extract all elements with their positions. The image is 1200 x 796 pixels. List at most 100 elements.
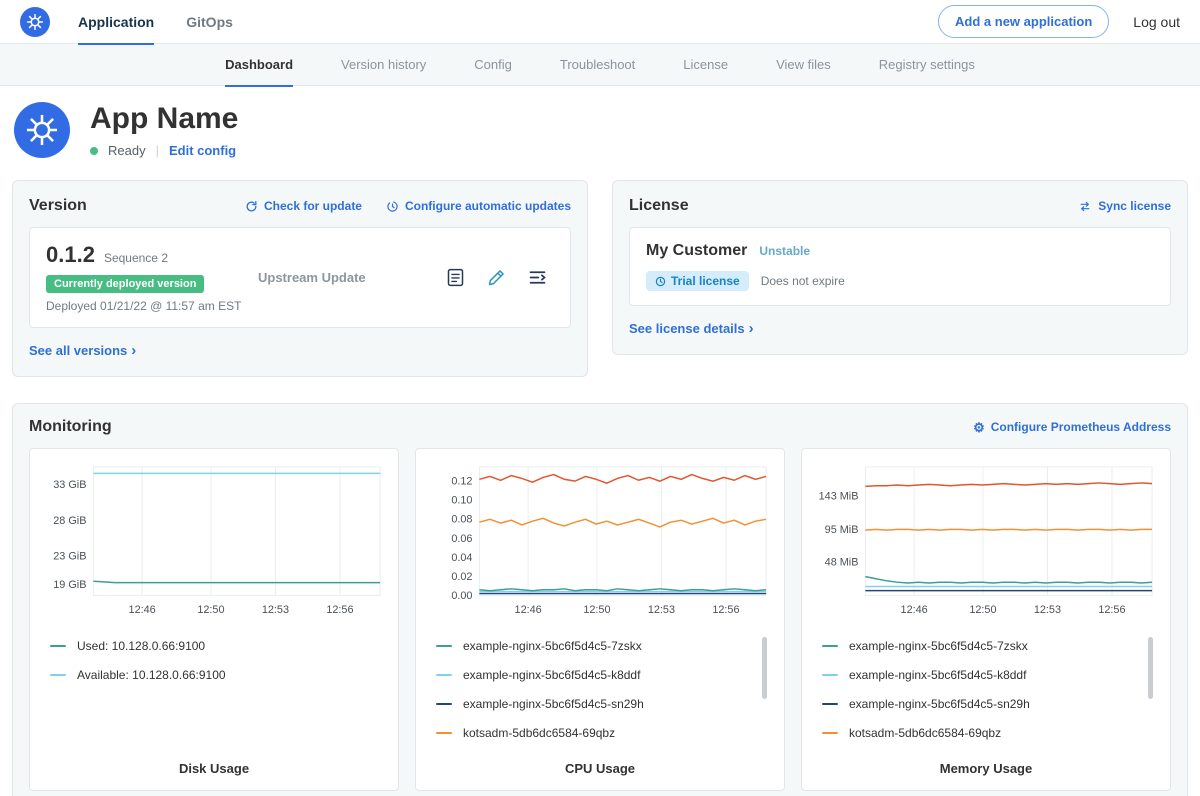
legend-label: example-nginx-5bc6f5d4c5-7zskx xyxy=(849,639,1028,653)
cpu-usage-card: 12:4612:5012:5312:560.000.020.040.060.08… xyxy=(415,448,785,791)
svg-text:0.06: 0.06 xyxy=(451,533,472,545)
subnav-item-troubleshoot[interactable]: Troubleshoot xyxy=(560,44,635,86)
subnav-item-dashboard[interactable]: Dashboard xyxy=(225,44,293,86)
license-type-badge: Trial license xyxy=(646,271,749,291)
chevron-right-icon: › xyxy=(749,320,754,337)
legend-label: example-nginx-5bc6f5d4c5-sn29h xyxy=(849,697,1030,711)
legend-item: example-nginx-5bc6f5d4c5-k8ddf xyxy=(436,660,754,689)
edit-config-icon[interactable] xyxy=(486,267,507,288)
subnav-item-version-history[interactable]: Version history xyxy=(341,44,426,86)
svg-text:12:56: 12:56 xyxy=(326,604,353,616)
svg-text:143 MiB: 143 MiB xyxy=(819,491,859,503)
legend-label: example-nginx-5bc6f5d4c5-k8ddf xyxy=(849,668,1026,682)
app-sub-navigation: Dashboard Version history Config Trouble… xyxy=(0,44,1200,86)
divider: | xyxy=(156,143,159,158)
summary-cards-row: Version Check for update Configure autom… xyxy=(0,178,1200,403)
svg-text:12:56: 12:56 xyxy=(1098,604,1125,616)
svg-text:12:53: 12:53 xyxy=(648,604,675,616)
legend-label: example-nginx-5bc6f5d4c5-k8ddf xyxy=(463,668,640,682)
legend-swatch xyxy=(822,645,838,647)
legend-item: Available: 10.128.0.66:9100 xyxy=(50,660,368,689)
legend-label: Used: 10.128.0.66:9100 xyxy=(77,639,205,653)
memory-usage-title: Memory Usage xyxy=(812,761,1160,776)
configure-prometheus-label: Configure Prometheus Address xyxy=(991,420,1171,434)
app-logo-icon xyxy=(14,102,70,158)
memory-usage-chart: 12:4612:5012:5312:5648 MiB95 MiB143 MiB xyxy=(812,461,1160,619)
auto-update-icon xyxy=(386,200,399,213)
legend-label: Available: 10.128.0.66:9100 xyxy=(77,668,226,682)
check-for-update-link[interactable]: Check for update xyxy=(245,199,362,213)
license-expiry: Does not expire xyxy=(761,274,845,288)
svg-text:12:53: 12:53 xyxy=(262,604,289,616)
page-title: App Name xyxy=(90,102,238,136)
gear-icon: ⚙ xyxy=(973,421,985,434)
version-number: 0.1.2 xyxy=(46,242,95,268)
legend-scrollbar[interactable] xyxy=(1148,637,1153,699)
see-all-versions-link[interactable]: See all versions › xyxy=(29,342,136,359)
svg-text:0.02: 0.02 xyxy=(451,571,472,583)
svg-text:0.04: 0.04 xyxy=(451,552,472,564)
license-type-label: Trial license xyxy=(671,274,740,288)
legend-scrollbar[interactable] xyxy=(762,637,767,699)
configure-automatic-updates-link[interactable]: Configure automatic updates xyxy=(386,199,571,213)
memory-usage-card: 12:4612:5012:5312:5648 MiB95 MiB143 MiB … xyxy=(801,448,1171,791)
svg-text:48 MiB: 48 MiB xyxy=(825,557,859,569)
topnav-tabs: Application GitOps xyxy=(78,0,265,44)
svg-text:12:46: 12:46 xyxy=(515,604,542,616)
disk-usage-card: 12:4612:5012:5312:5619 GiB23 GiB28 GiB33… xyxy=(29,448,399,791)
chevron-right-icon: › xyxy=(131,342,136,359)
legend-swatch xyxy=(822,674,838,676)
legend-swatch xyxy=(822,732,838,734)
legend-item: example-nginx-5bc6f5d4c5-7zskx xyxy=(436,631,754,660)
legend-label: example-nginx-5bc6f5d4c5-sn29h xyxy=(463,697,644,711)
disk-usage-legend: Used: 10.128.0.66:9100 Available: 10.128… xyxy=(50,631,384,751)
license-card-title: License xyxy=(629,197,689,215)
refresh-icon xyxy=(245,200,258,213)
check-for-update-label: Check for update xyxy=(264,199,362,213)
svg-text:95 MiB: 95 MiB xyxy=(825,524,859,536)
memory-usage-legend: example-nginx-5bc6f5d4c5-7zskx example-n… xyxy=(822,631,1156,751)
subnav-item-view-files[interactable]: View files xyxy=(776,44,831,86)
subnav-item-config[interactable]: Config xyxy=(474,44,512,86)
customer-name: My Customer xyxy=(646,242,747,260)
legend-swatch xyxy=(822,703,838,705)
subnav-item-registry-settings[interactable]: Registry settings xyxy=(879,44,975,86)
legend-label: example-nginx-5bc6f5d4c5-7zskx xyxy=(463,639,642,653)
release-notes-icon[interactable] xyxy=(445,267,466,288)
monitoring-title: Monitoring xyxy=(29,418,112,436)
svg-text:0.10: 0.10 xyxy=(451,495,472,507)
tab-application[interactable]: Application xyxy=(78,0,154,44)
cpu-usage-legend: example-nginx-5bc6f5d4c5-7zskx example-n… xyxy=(436,631,770,751)
legend-label: kotsadm-5db6dc6584-69qbz xyxy=(463,726,615,740)
see-license-details-label: See license details xyxy=(629,321,745,336)
diff-icon[interactable] xyxy=(527,267,548,288)
legend-swatch xyxy=(50,645,66,647)
legend-item: example-nginx-5bc6f5d4c5-sn29h xyxy=(436,689,754,718)
version-card-title: Version xyxy=(29,197,87,215)
svg-text:0.12: 0.12 xyxy=(451,476,472,488)
svg-text:28 GiB: 28 GiB xyxy=(53,515,86,527)
svg-text:12:46: 12:46 xyxy=(129,604,156,616)
status-ready-dot xyxy=(90,147,98,155)
upstream-update-label: Upstream Update xyxy=(258,270,445,285)
svg-text:33 GiB: 33 GiB xyxy=(53,479,86,491)
legend-label: kotsadm-5db6dc6584-69qbz xyxy=(849,726,1001,740)
subnav-item-license[interactable]: License xyxy=(683,44,728,86)
add-application-button[interactable]: Add a new application xyxy=(938,5,1109,38)
license-card: License Sync license My Customer Unstabl… xyxy=(612,180,1188,355)
legend-swatch xyxy=(50,674,66,676)
legend-item: example-nginx-5bc6f5d4c5-7zskx xyxy=(822,631,1140,660)
tab-gitops[interactable]: GitOps xyxy=(186,0,233,44)
sequence-label: Sequence 2 xyxy=(104,251,168,265)
see-license-details-link[interactable]: See license details › xyxy=(629,320,754,337)
legend-swatch xyxy=(436,732,452,734)
version-card: Version Check for update Configure autom… xyxy=(12,180,588,377)
logout-button[interactable]: Log out xyxy=(1133,14,1180,30)
current-version-box: 0.1.2 Sequence 2 Currently deployed vers… xyxy=(29,227,571,328)
configure-prometheus-link[interactable]: ⚙ Configure Prometheus Address xyxy=(973,420,1171,434)
clock-icon xyxy=(655,276,666,287)
edit-config-link[interactable]: Edit config xyxy=(169,143,236,158)
sync-license-link[interactable]: Sync license xyxy=(1078,199,1171,213)
cpu-usage-chart: 12:4612:5012:5312:560.000.020.040.060.08… xyxy=(426,461,774,619)
deployed-badge: Currently deployed version xyxy=(46,275,204,293)
